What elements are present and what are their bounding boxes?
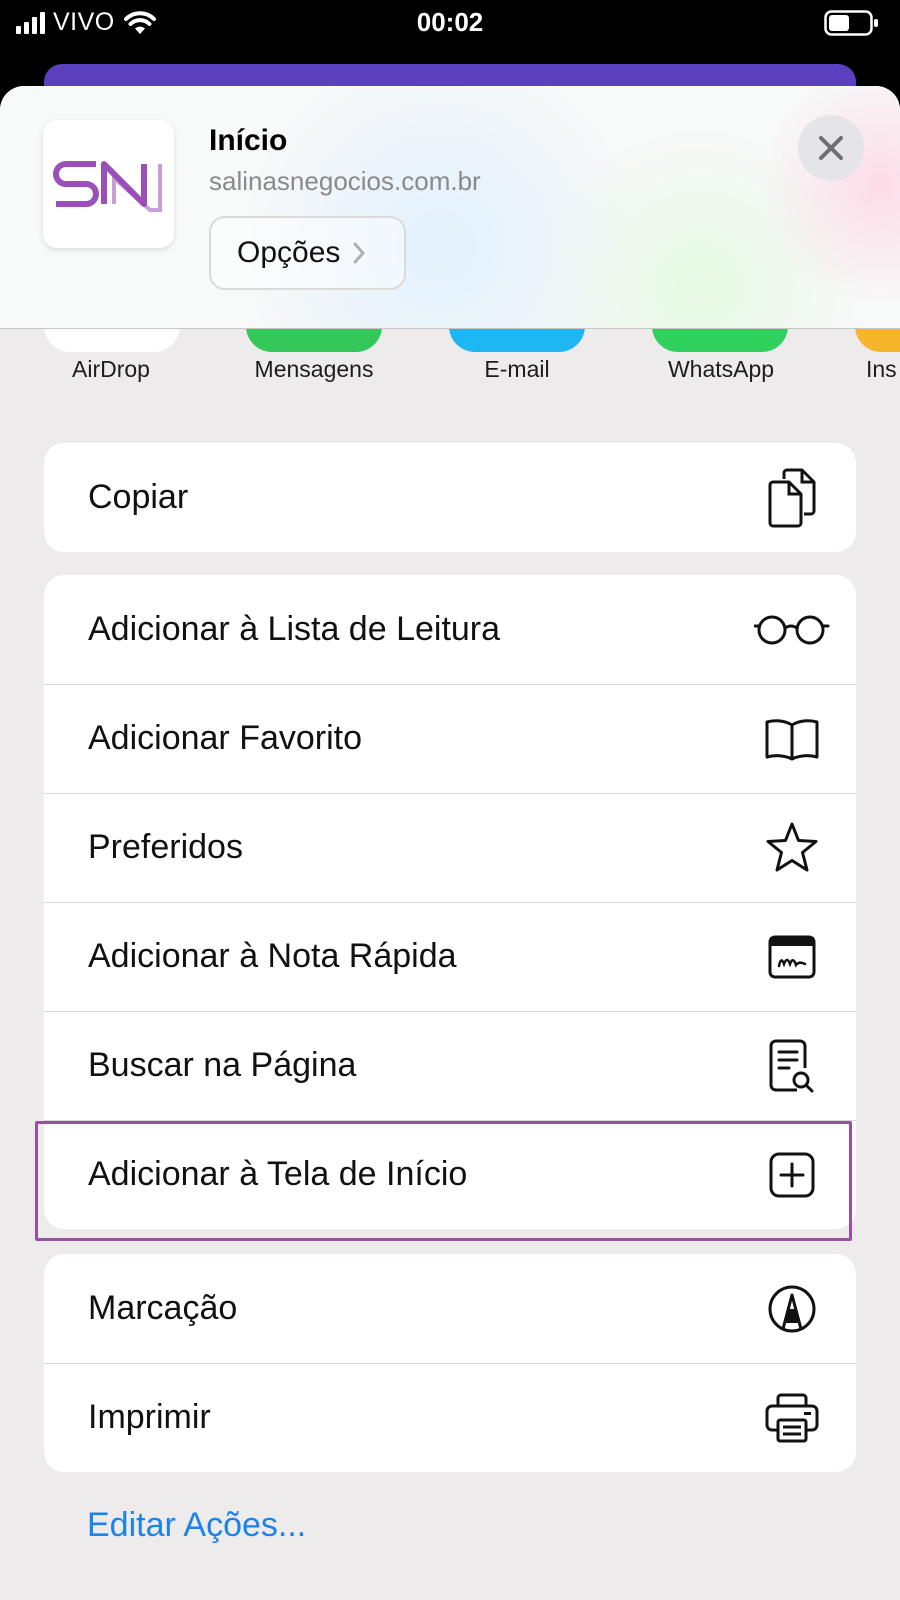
page-title: Início	[209, 124, 288, 157]
copy-group: Copiar	[44, 443, 856, 552]
glasses-icon	[752, 595, 832, 665]
status-bar: VIVO 00:02	[0, 0, 900, 46]
action-label: Preferidos	[88, 828, 243, 866]
close-button[interactable]	[798, 115, 864, 181]
star-icon	[752, 813, 832, 883]
share-sheet: AirDrop Mensagens E-mail WhatsApp Ins In…	[0, 86, 900, 1600]
action-copy[interactable]: Copiar	[44, 443, 856, 552]
options-label: Opções	[237, 236, 341, 269]
find-in-page-icon	[752, 1031, 832, 1101]
book-icon	[752, 704, 832, 774]
action-label: Buscar na Página	[88, 1046, 357, 1084]
printer-icon	[752, 1383, 832, 1453]
markup-icon	[752, 1274, 832, 1344]
share-header: Início salinasnegocios.com.br Opções	[0, 86, 900, 329]
action-label: Adicionar à Tela de Início	[88, 1155, 468, 1193]
add-square-icon	[752, 1140, 832, 1210]
action-reading-list[interactable]: Adicionar à Lista de Leitura	[44, 575, 856, 684]
action-label: Marcação	[88, 1289, 238, 1327]
action-label: Adicionar à Nota Rápida	[88, 937, 457, 975]
battery-icon	[824, 10, 878, 36]
action-label: Adicionar à Lista de Leitura	[88, 610, 501, 648]
action-favorites[interactable]: Preferidos	[44, 793, 856, 902]
edit-actions-link[interactable]: Editar Ações...	[87, 1506, 306, 1545]
action-print[interactable]: Imprimir	[44, 1363, 856, 1472]
action-add-bookmark[interactable]: Adicionar Favorito	[44, 684, 856, 793]
close-icon	[819, 136, 843, 160]
sn-logo-icon	[52, 161, 162, 212]
action-quick-note[interactable]: Adicionar à Nota Rápida	[44, 902, 856, 1011]
chevron-right-icon	[353, 242, 365, 264]
more-group: Marcação Imprimir	[44, 1254, 856, 1472]
action-label: Imprimir	[88, 1398, 211, 1436]
action-find-in-page[interactable]: Buscar na Página	[44, 1011, 856, 1120]
action-label: Adicionar Favorito	[88, 719, 363, 757]
quick-note-icon	[752, 922, 832, 992]
site-logo	[43, 120, 174, 248]
actions-group: Adicionar à Lista de Leitura Adicionar F…	[44, 575, 856, 1229]
options-button[interactable]: Opções	[209, 216, 406, 290]
page-url: salinasnegocios.com.br	[209, 166, 481, 196]
action-add-to-home-screen[interactable]: Adicionar à Tela de Início	[44, 1120, 856, 1229]
status-time: 00:02	[416, 7, 484, 37]
action-label: Copiar	[88, 478, 189, 516]
action-markup[interactable]: Marcação	[44, 1254, 856, 1363]
copy-icon	[752, 463, 832, 533]
